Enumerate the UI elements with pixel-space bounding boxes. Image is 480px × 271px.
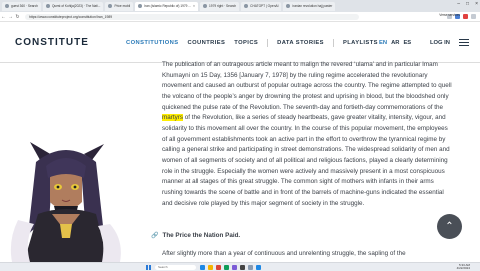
reload-icon[interactable]: ↻ <box>14 14 21 20</box>
nav-divider <box>332 39 334 47</box>
tab-favicon-icon <box>45 4 50 8</box>
browser-notice[interactable]: Verse services <box>439 13 460 17</box>
scroll-to-top-button[interactable]: ⌃ <box>437 214 462 239</box>
app-icon[interactable] <box>240 264 245 270</box>
nav-divider <box>267 39 269 47</box>
browser-tab[interactable]: CHATGPT | OpenAI <box>241 1 282 11</box>
minimize-icon[interactable]: – <box>457 1 460 7</box>
browser-tab[interactable]: guest 360 · Search <box>2 1 41 11</box>
browser-tab[interactable]: 1979 right · Search <box>200 1 240 11</box>
browser-tab[interactable]: iranian revolution hajj paster <box>283 1 336 11</box>
browser-tab[interactable]: Quest of Kohlja(2023) · The Nati... <box>42 1 104 11</box>
system-clock[interactable]: 5:33 AM 4/22/2024 <box>457 263 470 271</box>
lang-es[interactable]: ES <box>403 40 411 46</box>
link-icon[interactable]: 🔗 <box>151 232 158 239</box>
forward-icon[interactable]: → <box>7 14 14 20</box>
browser-icon[interactable] <box>256 264 261 270</box>
close-window-icon[interactable]: × <box>475 1 478 7</box>
windows-start-icon[interactable] <box>146 264 151 270</box>
tab-favicon-icon <box>108 4 113 8</box>
section-heading: 🔗 The Price the Nation Paid. <box>151 232 241 239</box>
language-switcher: EN AR ES <box>379 40 411 46</box>
tab-favicon-icon <box>203 4 208 8</box>
paragraph-start: After slightly more than a year of conti… <box>162 250 406 257</box>
folder-icon[interactable] <box>208 264 213 270</box>
pinned-apps <box>200 264 261 270</box>
vtuber-avatar <box>10 142 121 262</box>
tab-favicon-icon <box>138 4 143 8</box>
window-controls: – □ × <box>457 1 478 7</box>
extension-icon[interactable] <box>463 14 468 19</box>
taskbar-search-input[interactable]: Search <box>155 264 196 270</box>
site-header: CONSTITUTE CONSTITUTIONS COUNTRIES TOPIC… <box>0 22 480 63</box>
lang-en[interactable]: EN <box>379 40 387 46</box>
site-logo[interactable]: CONSTITUTE <box>15 37 89 48</box>
app-icon[interactable] <box>200 264 205 270</box>
lang-ar[interactable]: AR <box>391 40 399 46</box>
nav-topics[interactable]: TOPICS <box>234 40 258 47</box>
url-field[interactable]: https://www.constituteproject.org/consti… <box>25 13 359 20</box>
constitution-text: The publication of an outrageous article… <box>162 60 452 209</box>
tab-favicon-icon <box>244 4 249 8</box>
app-icon[interactable] <box>232 264 237 270</box>
close-tab-icon[interactable]: × <box>193 4 195 8</box>
tab-favicon-icon <box>5 4 9 8</box>
nav-constitutions[interactable]: CONSTITUTIONS <box>126 40 179 47</box>
app-icon[interactable] <box>224 264 229 270</box>
chevron-up-icon: ⌃ <box>445 221 454 232</box>
paragraph: The publication of an outrageous article… <box>162 61 452 207</box>
browser-tab-strip: guest 360 · Search Quest of Kohlja(2023)… <box>0 0 480 12</box>
address-bar-row: ← → ↻ https://www.constituteproject.org/… <box>0 12 480 22</box>
tab-favicon-icon <box>286 4 291 8</box>
nav-data-stories[interactable]: DATA STORIES <box>277 40 324 47</box>
hamburger-menu-icon[interactable] <box>459 39 469 48</box>
browser-tab[interactable]: Price mobil <box>105 1 134 11</box>
app-icon[interactable] <box>216 264 221 270</box>
login-link[interactable]: LOG IN <box>430 40 450 46</box>
app-icon[interactable] <box>248 264 253 270</box>
profile-icon[interactable] <box>471 14 476 19</box>
back-icon[interactable]: ← <box>0 14 7 20</box>
nav-countries[interactable]: COUNTRIES <box>188 40 226 47</box>
maximize-icon[interactable]: □ <box>466 1 469 7</box>
search-highlight: martyrs <box>162 114 183 122</box>
nav-playlists[interactable]: PLAYLISTS <box>343 40 378 47</box>
main-nav: CONSTITUTIONS COUNTRIES TOPICS DATA STOR… <box>126 39 378 47</box>
browser-tab-active[interactable]: Iran (Islamic Republic of) 1979 ... × <box>135 1 199 11</box>
